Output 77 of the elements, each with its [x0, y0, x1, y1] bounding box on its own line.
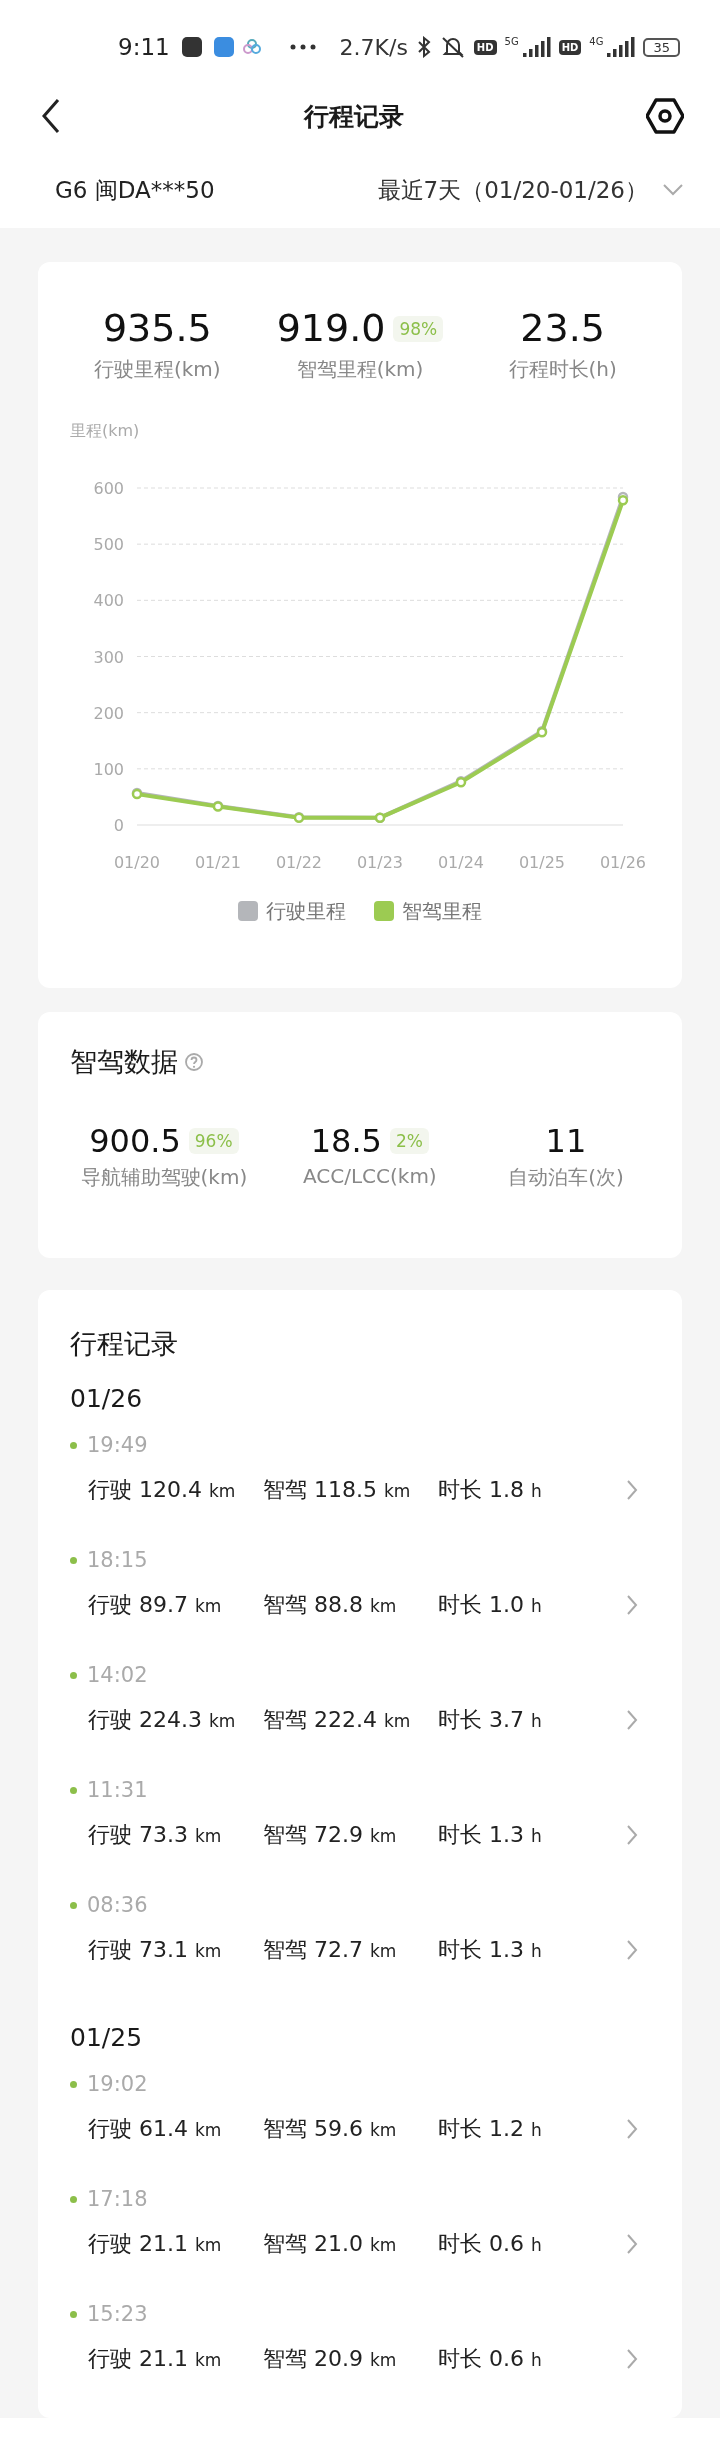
percent-badge: 96% [188, 1128, 239, 1155]
date-heading: 01/25 [69, 2022, 144, 2054]
trip-stat: 行驶 61.4 km [88, 2115, 223, 2143]
network-type: 5G [504, 36, 519, 47]
x-tick-label: 01/21 [194, 852, 242, 872]
trip-stat: 行驶 21.1 km [88, 2230, 223, 2258]
y-tick-label: 500 [93, 534, 124, 554]
trip-stat: 时长 1.8 h [438, 1476, 543, 1504]
stat-label: 行驶里程(km) [94, 355, 221, 383]
trip-stat: 行驶 73.1 km [88, 1936, 223, 1964]
x-tick-label: 01/23 [356, 852, 404, 872]
legend-label: 智驾里程 [402, 897, 482, 925]
trip-stat: 行驶 89.7 km [88, 1591, 223, 1619]
y-tick-label: 600 [93, 478, 124, 498]
y-tick-label: 0 [113, 815, 124, 835]
section-title: 智驾数据 [70, 1045, 178, 1079]
trip-stat: 时长 0.6 h [438, 2345, 543, 2373]
hd-badge: HD [558, 39, 582, 55]
x-tick-label: 01/25 [518, 852, 566, 872]
x-tick-label: 01/20 [113, 852, 161, 872]
y-tick-label: 200 [93, 703, 124, 723]
battery-level: 35 [643, 37, 680, 57]
trip-stat: 智驾 222.4 km [263, 1706, 412, 1734]
trip-time: 19:49 [87, 1433, 148, 1457]
stat-value: 18.5 [310, 1122, 382, 1161]
stat-label: 自动泊车(次) [508, 1164, 624, 1192]
stat-value: 23.5 [520, 306, 605, 352]
hd-badge: HD [473, 39, 497, 55]
vehicle-name: G6 闽DA***50 [55, 175, 215, 205]
trip-stat: 智驾 20.9 km [263, 2345, 398, 2373]
trip-time: 14:02 [87, 1663, 148, 1687]
trip-stat: 智驾 72.9 km [263, 1821, 398, 1849]
y-tick-label: 300 [93, 647, 124, 667]
status-time: 9:11 [118, 34, 170, 60]
page-title: 行程记录 [304, 100, 404, 133]
y-tick-label: 400 [93, 590, 124, 610]
date-heading: 01/26 [69, 1383, 144, 1415]
trip-time: 15:23 [87, 2302, 148, 2326]
trip-stat: 时长 1.2 h [438, 2115, 543, 2143]
percent-badge: 2% [389, 1128, 429, 1155]
trip-stat: 智驾 72.7 km [263, 1936, 398, 1964]
section-title: 行程记录 [70, 1327, 178, 1361]
x-tick-label: 01/22 [275, 852, 323, 872]
axis-title: 里程(km) [69, 419, 141, 442]
stat-label: 行程时长(h) [508, 355, 617, 383]
x-tick-label: 01/26 [599, 852, 647, 872]
trip-stat: 时长 0.6 h [438, 2230, 543, 2258]
x-tick-label: 01/24 [437, 852, 485, 872]
trip-stat: 时长 3.7 h [438, 1706, 543, 1734]
network-type: 4G [589, 36, 604, 47]
trip-stat: 时长 1.3 h [438, 1936, 543, 1964]
trip-stat: 行驶 73.3 km [88, 1821, 223, 1849]
percent-badge: 98% [393, 315, 444, 342]
stat-label: 导航辅助驾驶(km) [80, 1164, 248, 1192]
stat-value: 11 [545, 1122, 587, 1161]
trip-stat: 行驶 120.4 km [88, 1476, 237, 1504]
stat-label: ACC/LCC(km) [302, 1164, 437, 1189]
trip-time: 08:36 [87, 1893, 148, 1917]
legend-label: 行驶里程 [266, 897, 346, 925]
trip-stat: 时长 1.3 h [438, 1821, 543, 1849]
y-tick-label: 100 [93, 759, 124, 779]
network-speed: 2.7K/s [339, 34, 408, 60]
trip-time: 18:15 [87, 1548, 148, 1572]
trip-stat: 行驶 21.1 km [88, 2345, 223, 2373]
trip-time: 11:31 [87, 1778, 148, 1802]
stat-value: 900.5 [89, 1122, 181, 1161]
trip-stat: 时长 1.0 h [438, 1591, 543, 1619]
stat-value: 935.5 [102, 306, 212, 352]
trip-stat: 智驾 59.6 km [263, 2115, 398, 2143]
trip-time: 17:18 [87, 2187, 148, 2211]
trip-stat: 智驾 88.8 km [263, 1591, 398, 1619]
trip-stat: 智驾 21.0 km [263, 2230, 398, 2258]
stat-value: 919.0 [276, 306, 386, 352]
trip-stat: 智驾 118.5 km [263, 1476, 412, 1504]
trip-stat: 行驶 224.3 km [88, 1706, 237, 1734]
trip-time: 19:02 [87, 2072, 148, 2096]
stat-label: 智驾里程(km) [296, 355, 424, 383]
